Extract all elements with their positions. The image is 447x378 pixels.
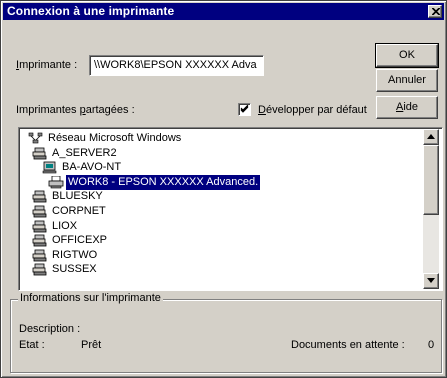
printer-icon [48, 175, 64, 189]
title-bar[interactable]: Connexion à une imprimante [3, 3, 444, 20]
arrow-up-icon [427, 134, 435, 139]
checkmark-icon [240, 105, 249, 113]
printer-label-rest: mprimante : [19, 59, 78, 71]
expand-default-label[interactable]: Développer par défaut [258, 104, 367, 116]
tree-item-label: BLUESKY [52, 190, 103, 203]
tree-item-label: SUSSEX [52, 263, 97, 276]
tree-item-label: CORPNET [52, 205, 106, 217]
status-value: Prêt [81, 339, 102, 351]
queue-value: 0 [428, 339, 435, 351]
scroll-up-button[interactable] [423, 129, 439, 145]
shared-printers-label: Imprimantes partagées : [16, 104, 135, 116]
printer-info-group [10, 299, 442, 373]
server-icon [32, 263, 48, 276]
tree-item-label: OFFICEXP [52, 234, 108, 247]
description-label: Description : [19, 323, 81, 335]
ok-button[interactable]: OK [375, 43, 439, 68]
window-title: Connexion à une imprimante [7, 4, 175, 18]
tree-item-label: LIOX [52, 219, 78, 232]
server-icon [32, 220, 48, 233]
computer-icon [42, 161, 58, 174]
tree-item-label: A_SERVER2 [52, 146, 117, 159]
close-icon [432, 8, 440, 15]
scroll-thumb[interactable] [423, 145, 439, 215]
cancel-button[interactable]: Annuler [376, 69, 438, 92]
printer-label: Imprimante : [16, 59, 78, 71]
help-button[interactable]: Aide [376, 96, 438, 119]
dialog-window: Connexion à une imprimante Imprimante : … [0, 0, 447, 378]
close-button[interactable] [428, 5, 442, 18]
printer-path-input[interactable]: \\WORK8\EPSON XXXXXX Adva [89, 55, 264, 76]
tree-item-label: Réseau Microsoft Windows [48, 132, 182, 144]
arrow-down-icon [427, 278, 435, 283]
scroll-down-button[interactable] [423, 273, 439, 289]
tree-item-label: BA-AVO-NT [62, 161, 122, 174]
tree-scrollbar[interactable] [423, 129, 439, 289]
server-icon [32, 147, 48, 160]
expand-default-checkbox[interactable] [238, 103, 251, 116]
server-icon [32, 234, 48, 247]
queue-label: Documents en attente : [291, 339, 405, 351]
network-icon [28, 132, 44, 145]
shared-printers-tree[interactable]: Réseau Microsoft Windows A_SERVER2 BA-AVO-… [18, 127, 443, 291]
server-icon [32, 249, 48, 262]
printer-info-title: Informations sur l'imprimante [18, 292, 163, 304]
status-label: Etat : [19, 339, 45, 351]
tree-item-label: RIGTWO [52, 248, 98, 261]
server-icon [32, 205, 48, 218]
server-icon [32, 190, 48, 203]
tree-item-label: WORK8 - EPSON XXXXXX Advanced. [66, 174, 261, 190]
